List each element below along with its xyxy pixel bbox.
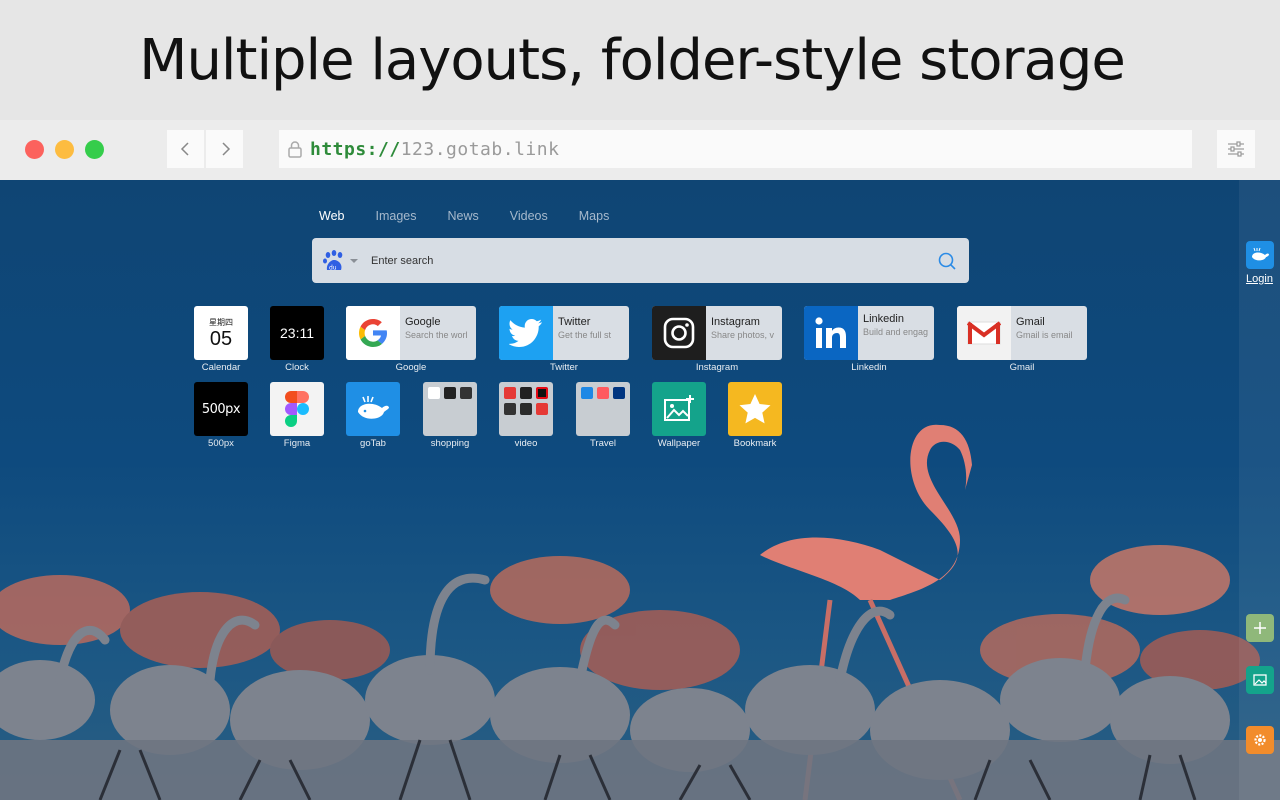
search-icon xyxy=(938,252,956,270)
svg-text:du: du xyxy=(329,264,337,271)
back-button[interactable] xyxy=(167,130,204,168)
linkedin-icon xyxy=(804,306,858,360)
twitter-label: Twitter xyxy=(550,362,578,373)
add-button[interactable] xyxy=(1246,614,1274,642)
linkedin-title: Linkedin xyxy=(863,313,904,325)
gmail-label: Gmail xyxy=(1009,362,1035,373)
clock-tile[interactable]: 23:11 xyxy=(270,306,324,360)
tab-videos[interactable]: Videos xyxy=(510,209,548,223)
instagram-description: Share photos, v xyxy=(711,330,775,340)
plus-icon xyxy=(1254,622,1266,634)
lock-icon xyxy=(288,141,302,158)
bookmark-label: Bookmark xyxy=(733,438,777,449)
chevron-right-icon xyxy=(221,142,230,156)
google-label: Google xyxy=(395,362,427,373)
shopping-folder[interactable] xyxy=(423,382,477,436)
folder-app-icon xyxy=(504,403,516,415)
tab-maps[interactable]: Maps xyxy=(579,209,610,223)
twitter-tile[interactable]: Twitter Get the full st xyxy=(499,306,629,360)
minimize-window-button[interactable] xyxy=(55,140,74,159)
clock-label: Clock xyxy=(285,362,309,373)
gotab-avatar-button[interactable] xyxy=(1246,241,1274,269)
linkedin-label: Linkedin xyxy=(851,362,887,373)
tab-images[interactable]: Images xyxy=(375,209,416,223)
folder-app-icon xyxy=(597,387,609,399)
star-icon xyxy=(739,394,771,424)
folder-app-icon xyxy=(536,403,548,415)
banner-title: Multiple layouts, folder-style storage xyxy=(139,28,1126,93)
baidu-paw-icon: du xyxy=(323,249,343,271)
instagram-icon xyxy=(652,306,706,360)
calendar-weekday: 星期四 xyxy=(209,317,233,327)
folder-app-icon xyxy=(428,387,440,399)
gmail-icon xyxy=(957,306,1011,360)
folder-app-icon xyxy=(520,387,532,399)
tab-news[interactable]: News xyxy=(447,209,478,223)
instagram-tile[interactable]: Instagram Share photos, v xyxy=(652,306,782,360)
twitter-bird-icon xyxy=(499,306,553,360)
wallpaper-button[interactable] xyxy=(1246,666,1274,694)
close-window-button[interactable] xyxy=(25,140,44,159)
url-text: https://123.gotab.link xyxy=(310,139,559,160)
search-box: du xyxy=(312,238,969,283)
500px-logo: 500px xyxy=(201,401,241,417)
travel-folder[interactable] xyxy=(576,382,630,436)
twitter-title: Twitter xyxy=(558,316,591,328)
tab-web[interactable]: Web xyxy=(319,209,344,223)
clock-time: 23:11 xyxy=(280,325,314,341)
gmail-tile[interactable]: Gmail Gmail is email xyxy=(957,306,1087,360)
folder-app-icon xyxy=(444,387,456,399)
settings-button[interactable] xyxy=(1246,726,1274,754)
forward-button[interactable] xyxy=(206,130,243,168)
search-engine-selector[interactable]: du xyxy=(321,248,359,274)
folder-app-icon xyxy=(581,387,593,399)
folder-app-icon xyxy=(504,387,516,399)
linkedin-description: Build and engag xyxy=(863,327,929,337)
500px-tile[interactable]: 500px xyxy=(194,382,248,436)
image-icon xyxy=(664,395,694,421)
sliders-icon xyxy=(1228,141,1244,157)
figma-logo-icon xyxy=(285,391,309,427)
image-icon xyxy=(1253,674,1267,686)
figma-tile[interactable] xyxy=(270,382,324,436)
folder-app-icon xyxy=(613,387,625,399)
calendar-tile[interactable]: 星期四 05 xyxy=(194,306,248,360)
instagram-title: Instagram xyxy=(711,316,760,328)
bookmark-tile[interactable] xyxy=(728,382,782,436)
url-host: 123.gotab.link xyxy=(400,138,560,160)
login-link[interactable]: Login xyxy=(1239,273,1280,285)
whale-icon xyxy=(1252,247,1269,261)
folder-app-icon xyxy=(520,403,532,415)
chevron-left-icon xyxy=(180,142,189,156)
customize-button[interactable] xyxy=(1217,130,1255,168)
search-category-tabs: Web Images News Videos Maps xyxy=(319,209,640,223)
search-submit-button[interactable] xyxy=(935,249,959,273)
url-scheme: https:// xyxy=(310,138,401,160)
gmail-description: Gmail is email xyxy=(1016,330,1073,340)
maximize-window-button[interactable] xyxy=(85,140,104,159)
caret-down-icon xyxy=(350,258,358,263)
promo-banner: Multiple layouts, folder-style storage xyxy=(0,0,1280,120)
linkedin-tile[interactable]: Linkedin Build and engag xyxy=(804,306,934,360)
instagram-label: Instagram xyxy=(695,362,739,373)
video-folder[interactable] xyxy=(499,382,553,436)
gmail-title: Gmail xyxy=(1016,316,1045,328)
twitter-description: Get the full st xyxy=(558,330,612,340)
address-bar[interactable]: https://123.gotab.link xyxy=(279,130,1192,168)
calendar-day: 05 xyxy=(209,327,233,350)
gear-icon xyxy=(1254,734,1266,746)
google-tile[interactable]: Google Search the worl xyxy=(346,306,476,360)
whale-icon xyxy=(358,396,389,419)
folder-app-icon xyxy=(536,387,548,399)
gotab-tile[interactable] xyxy=(346,382,400,436)
google-logo-icon xyxy=(346,306,400,360)
wallpaper-tile[interactable] xyxy=(652,382,706,436)
google-title: Google xyxy=(405,316,441,328)
google-description: Search the worl xyxy=(405,330,468,340)
search-input[interactable] xyxy=(371,254,911,267)
folder-app-icon xyxy=(460,387,472,399)
